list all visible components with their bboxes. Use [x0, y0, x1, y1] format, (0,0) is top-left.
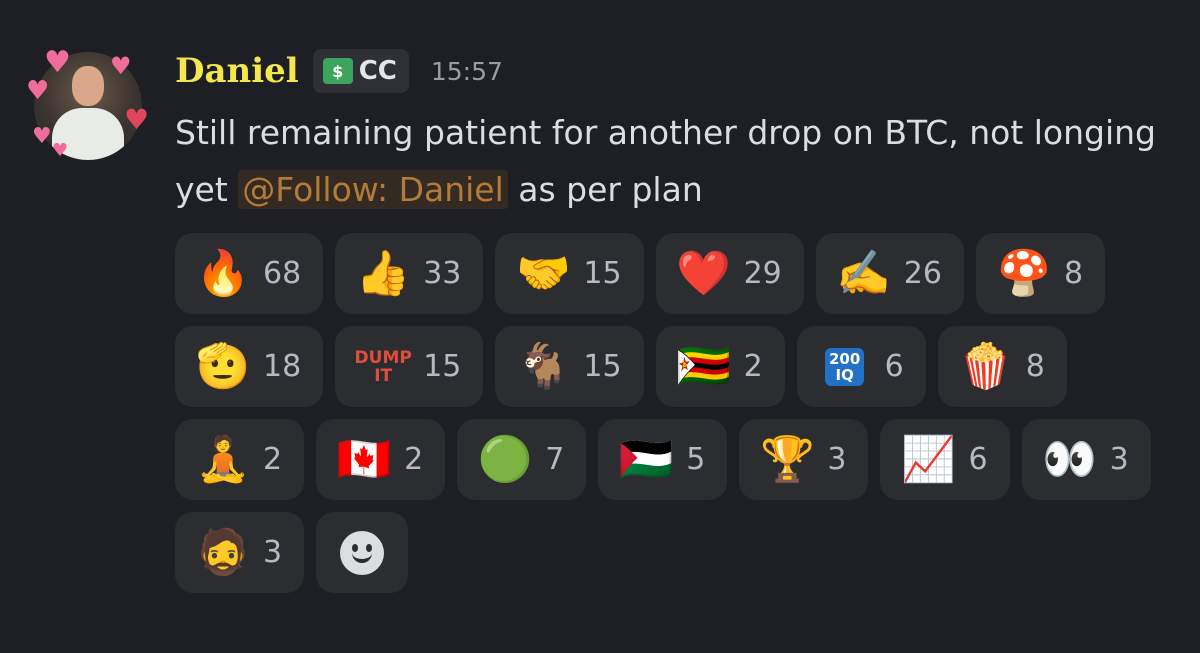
heart-decoration-icon: ♥	[52, 140, 69, 161]
heart-decoration-icon: ♥	[110, 52, 132, 80]
reaction-button[interactable]: 🇨🇦 2	[316, 419, 446, 500]
reaction-count: 6	[968, 442, 988, 477]
avatar[interactable]: ♥ ♥ ♥ ♥ ♥ ♥	[26, 44, 150, 168]
reaction-count: 3	[1109, 442, 1129, 477]
eyes-icon: 👀	[1042, 433, 1097, 485]
reaction-button[interactable]: 🫡 18	[175, 326, 324, 407]
lightsaber-icon: 🟢	[477, 433, 533, 485]
palestine-flag-icon: 🇵🇸	[618, 433, 674, 485]
reaction-count: 18	[263, 349, 302, 384]
reaction-count: 2	[404, 442, 424, 477]
message-header: Daniel $ CC 15:57	[175, 48, 503, 94]
reaction-count: 33	[423, 256, 462, 291]
reaction-button[interactable]: 🧘 2	[175, 419, 305, 500]
reaction-count: 7	[545, 442, 565, 477]
goat-icon: 🐐	[515, 340, 571, 392]
username[interactable]: Daniel	[175, 51, 299, 91]
reaction-count: 15	[583, 256, 622, 291]
reaction-count: 68	[263, 256, 302, 291]
reaction-button[interactable]: DUMP IT 15	[335, 326, 484, 407]
saluting-face-icon: 🫡	[195, 340, 251, 392]
heart-decoration-icon: ♥	[124, 103, 150, 136]
popcorn-icon: 🍿	[958, 340, 1014, 392]
add-reaction-button[interactable]	[316, 512, 409, 593]
meditating-person-icon: 🧘	[195, 433, 251, 485]
reaction-button[interactable]: ❤️ 29	[655, 233, 804, 314]
reaction-count: 2	[263, 442, 283, 477]
reaction-button[interactable]: 🔥 68	[175, 233, 324, 314]
reaction-count: 3	[263, 535, 283, 570]
dump-it-icon: DUMP IT	[354, 347, 412, 386]
canada-flag-icon: 🇨🇦	[336, 433, 392, 485]
heart-icon: ❤️	[676, 247, 731, 299]
reaction-button[interactable]: 200 IQ 6	[796, 326, 926, 407]
fire-icon: 🔥	[195, 247, 251, 299]
chat-message: ♥ ♥ ♥ ♥ ♥ ♥ Daniel $ CC 15:57 Still rema…	[0, 0, 1200, 653]
reaction-button[interactable]: 🤝 15	[495, 233, 644, 314]
reaction-count: 5	[686, 442, 706, 477]
reaction-button[interactable]: 🐐 15	[495, 326, 644, 407]
reactions-bar: 🔥 68 👍 33 🤝 15 ❤️ 29 ✍️ 26 🍄 8 🫡 18 DUMP IT 15 🐐 15 🇿🇼 2 200 I…	[175, 233, 1165, 593]
reaction-button[interactable]: 🇵🇸 5	[598, 419, 728, 500]
reaction-button[interactable]: 🇿🇼 2	[655, 326, 785, 407]
reaction-button[interactable]: ✍️ 26	[815, 233, 964, 314]
heart-decoration-icon: ♥	[26, 76, 50, 106]
reaction-button[interactable]: 🟢 7	[457, 419, 587, 500]
heart-decoration-icon: ♥	[32, 124, 52, 149]
reaction-count: 6	[884, 349, 904, 384]
reaction-button[interactable]: 🏆 3	[739, 419, 869, 500]
reaction-button[interactable]: 👀 3	[1021, 419, 1151, 500]
reaction-button[interactable]: 🍿 8	[937, 326, 1067, 407]
role-tag[interactable]: $ CC	[312, 49, 409, 93]
money-icon: $	[322, 58, 353, 84]
reaction-count: 26	[903, 256, 942, 291]
handshake-icon: 🤝	[515, 247, 571, 299]
reaction-button[interactable]: 📈 6	[880, 419, 1010, 500]
message-content: Still remaining patient for another drop…	[175, 104, 1175, 218]
reaction-count: 29	[743, 256, 782, 291]
message-text: as per plan	[507, 170, 703, 209]
zimbabwe-flag-icon: 🇿🇼	[676, 340, 731, 392]
thumbs-up-icon: 👍	[355, 247, 411, 299]
role-tag-label: CC	[358, 56, 397, 86]
timestamp[interactable]: 15:57	[431, 57, 503, 86]
reaction-button[interactable]: 🍄 8	[975, 233, 1106, 314]
chart-champions-logo-icon: 📈	[901, 433, 956, 485]
reaction-count: 8	[1025, 349, 1045, 384]
mention[interactable]: @Follow: Daniel	[238, 170, 508, 209]
mushroom-icon: 🍄	[996, 247, 1052, 299]
trophies-icon: 🏆	[759, 433, 815, 485]
add-reaction-smiley-icon	[340, 530, 385, 575]
reaction-count: 15	[423, 349, 462, 384]
reaction-count: 2	[743, 349, 763, 384]
reaction-count: 8	[1063, 256, 1084, 291]
200-iq-icon: 200 IQ	[819, 341, 871, 393]
yes-chad-icon: 🧔	[195, 526, 251, 578]
writing-hand-icon: ✍️	[836, 247, 892, 299]
reaction-button[interactable]: 👍 33	[335, 233, 484, 314]
reaction-button[interactable]: 🧔 3	[175, 512, 305, 593]
reaction-count: 3	[827, 442, 847, 477]
reaction-count: 15	[583, 349, 622, 384]
heart-decoration-icon: ♥	[44, 45, 71, 80]
